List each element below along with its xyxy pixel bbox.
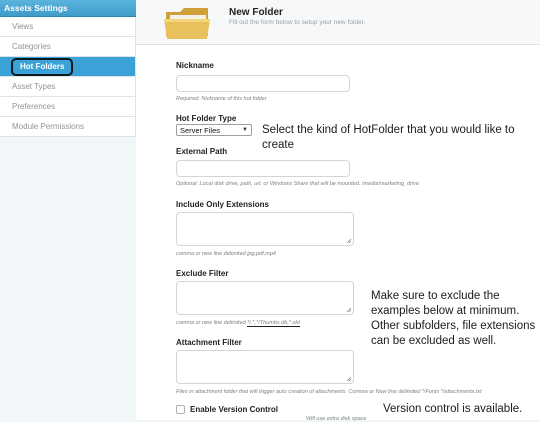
include-extensions-textarea[interactable] (176, 212, 354, 246)
page-title: New Folder (229, 7, 283, 18)
exclude-filter-label: Exclude Filter (176, 269, 229, 278)
sidebar: Assets Settings Views Categories Hot Fol… (0, 0, 136, 420)
sidebar-item-hot-folders[interactable]: Hot Folders (0, 57, 136, 77)
sidebar-item-asset-types[interactable]: Asset Types (0, 77, 136, 97)
sidebar-item-categories[interactable]: Categories (0, 37, 136, 57)
resize-handle-icon[interactable] (346, 238, 352, 244)
resize-handle-icon[interactable] (346, 376, 352, 382)
hot-folder-type-label: Hot Folder Type (176, 114, 237, 123)
type-annotation-line-2: create (262, 139, 294, 151)
attachment-filter-label: Attachment Filter (176, 338, 242, 347)
external-path-help: Optional: Local disk drive, path, url, o… (176, 181, 419, 187)
version-control-help: Will use extra disk space (306, 416, 367, 422)
exclude-filter-help-prefix: comma or new line delimited (176, 320, 246, 326)
nickname-help: Required. Nickname of this hot folder (176, 96, 267, 102)
exclude-filter-help-example: */.*,*/Thumbs.db,*.old (247, 320, 300, 327)
main-panel: New Folder Fill out the form below to se… (136, 0, 540, 422)
nickname-input[interactable] (176, 75, 350, 92)
type-annotation-line-1: Select the kind of HotFolder that you wo… (262, 124, 515, 136)
hot-folder-type-select[interactable]: Server Files ▼ (176, 124, 252, 136)
exclude-annotation-line-1: Make sure to exclude the (371, 290, 500, 302)
attachment-filter-textarea[interactable] (176, 350, 354, 384)
sidebar-header: Assets Settings (0, 0, 136, 17)
include-extensions-label: Include Only Extensions (176, 200, 269, 209)
include-extensions-help: comma or new line delimited jpg,pdf,mp4 (176, 251, 276, 257)
sidebar-item-label: Hot Folders (11, 58, 74, 76)
exclude-filter-textarea[interactable] (176, 281, 354, 315)
version-annotation: Version control is available. (383, 403, 523, 415)
resize-handle-icon[interactable] (346, 307, 352, 313)
sidebar-item-preferences[interactable]: Preferences (0, 97, 136, 117)
external-path-label: External Path (176, 147, 228, 156)
page-subtitle: Fill out the form below to setup your ne… (229, 19, 366, 26)
exclude-filter-help: comma or new line delimited */.*,*/Thumb… (176, 320, 300, 327)
version-control-checkbox[interactable] (176, 405, 185, 414)
nickname-label: Nickname (176, 61, 214, 70)
sidebar-item-module-permissions[interactable]: Module Permissions (0, 117, 136, 137)
version-control-label: Enable Version Control (190, 405, 279, 414)
exclude-annotation-line-2: examples below at minimum. (371, 305, 520, 317)
exclude-annotation-line-3: Other subfolders, file extensions (371, 320, 536, 332)
page-header: New Folder Fill out the form below to se… (136, 0, 540, 45)
dropdown-arrow-icon: ▼ (242, 127, 248, 133)
folder-icon (164, 8, 210, 39)
external-path-input[interactable] (176, 160, 350, 177)
sidebar-item-views[interactable]: Views (0, 17, 136, 37)
select-value: Server Files (180, 126, 221, 135)
exclude-annotation-line-4: can be excluded as well. (371, 335, 497, 347)
attachment-filter-help: Files in attachment folder that will tri… (176, 389, 482, 395)
